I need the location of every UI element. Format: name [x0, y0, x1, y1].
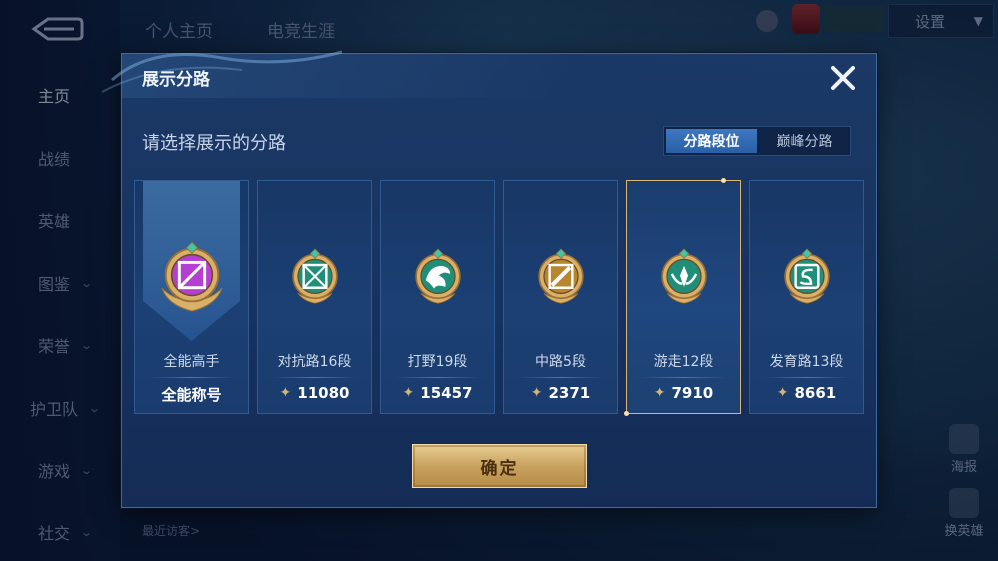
card-divider — [518, 377, 603, 378]
close-icon[interactable] — [826, 61, 860, 95]
card-divider — [149, 377, 234, 378]
lane-score-value: 7910 — [671, 384, 714, 402]
lane-name: 中路5段 — [535, 354, 586, 370]
lane-card[interactable]: 中路5段 ✦ 2371 — [503, 180, 618, 414]
lane-display-dialog: 展示分路 请选择展示的分路 分路段位 巅峰分路 全能高手 全能称号 对抗路16段 ✦ 1… — [101, 50, 877, 508]
lane-card[interactable]: 发育路13段 ✦ 8661 — [749, 180, 864, 414]
toggle-lane-rank[interactable]: 分路段位 — [666, 129, 757, 153]
clash-lane-icon — [285, 248, 345, 308]
lane-score: ✦ 15457 — [381, 384, 494, 402]
lane-card[interactable]: 对抗路16段 ✦ 11080 — [257, 180, 372, 414]
lane-card[interactable]: 打野19段 ✦ 15457 — [380, 180, 495, 414]
lane-name: 对抗路16段 — [277, 354, 352, 370]
lane-score: ✦ 11080 — [258, 384, 371, 402]
display-mode-toggle: 分路段位 巅峰分路 — [663, 126, 851, 156]
lane-score-value: 全能称号 — [161, 386, 222, 404]
jungle-icon — [408, 248, 468, 308]
lane-score-value: 8661 — [794, 384, 837, 402]
lane-score-value: 11080 — [297, 384, 350, 402]
card-divider — [395, 377, 480, 378]
all-round-icon — [155, 241, 229, 313]
swirl-decoration — [101, 50, 343, 93]
lane-name: 全能高手 — [163, 354, 220, 370]
star-points-icon: ✦ — [776, 385, 789, 401]
toggle-peak-lane[interactable]: 巅峰分路 — [759, 127, 850, 155]
card-divider — [641, 377, 726, 378]
lane-name: 游走12段 — [653, 354, 714, 370]
lane-score: ✦ 2371 — [504, 384, 617, 402]
lane-card[interactable]: 游走12段 ✦ 7910 — [624, 178, 741, 416]
card-divider — [272, 377, 357, 378]
lane-card[interactable]: 全能高手 全能称号 — [134, 180, 249, 414]
dialog-title: 展示分路 — [142, 70, 210, 90]
lane-score: ✦ 8661 — [750, 384, 863, 402]
lane-score: 全能称号 — [135, 384, 248, 405]
lane-score-value: 15457 — [420, 384, 473, 402]
mid-lane-icon — [531, 248, 591, 308]
card-divider — [764, 377, 849, 378]
lane-score-value: 2371 — [548, 384, 591, 402]
farm-lane-icon — [777, 248, 837, 308]
star-points-icon: ✦ — [530, 385, 543, 401]
roam-icon — [654, 248, 714, 308]
lane-score: ✦ 7910 — [627, 384, 740, 402]
star-points-icon: ✦ — [279, 385, 292, 401]
lane-name: 发育路13段 — [769, 354, 844, 370]
star-points-icon: ✦ — [653, 385, 666, 401]
confirm-button[interactable]: 确定 — [412, 444, 587, 488]
star-points-icon: ✦ — [402, 385, 415, 401]
dialog-subtitle: 请选择展示的分路 — [142, 133, 286, 154]
lane-name: 打野19段 — [407, 354, 468, 370]
